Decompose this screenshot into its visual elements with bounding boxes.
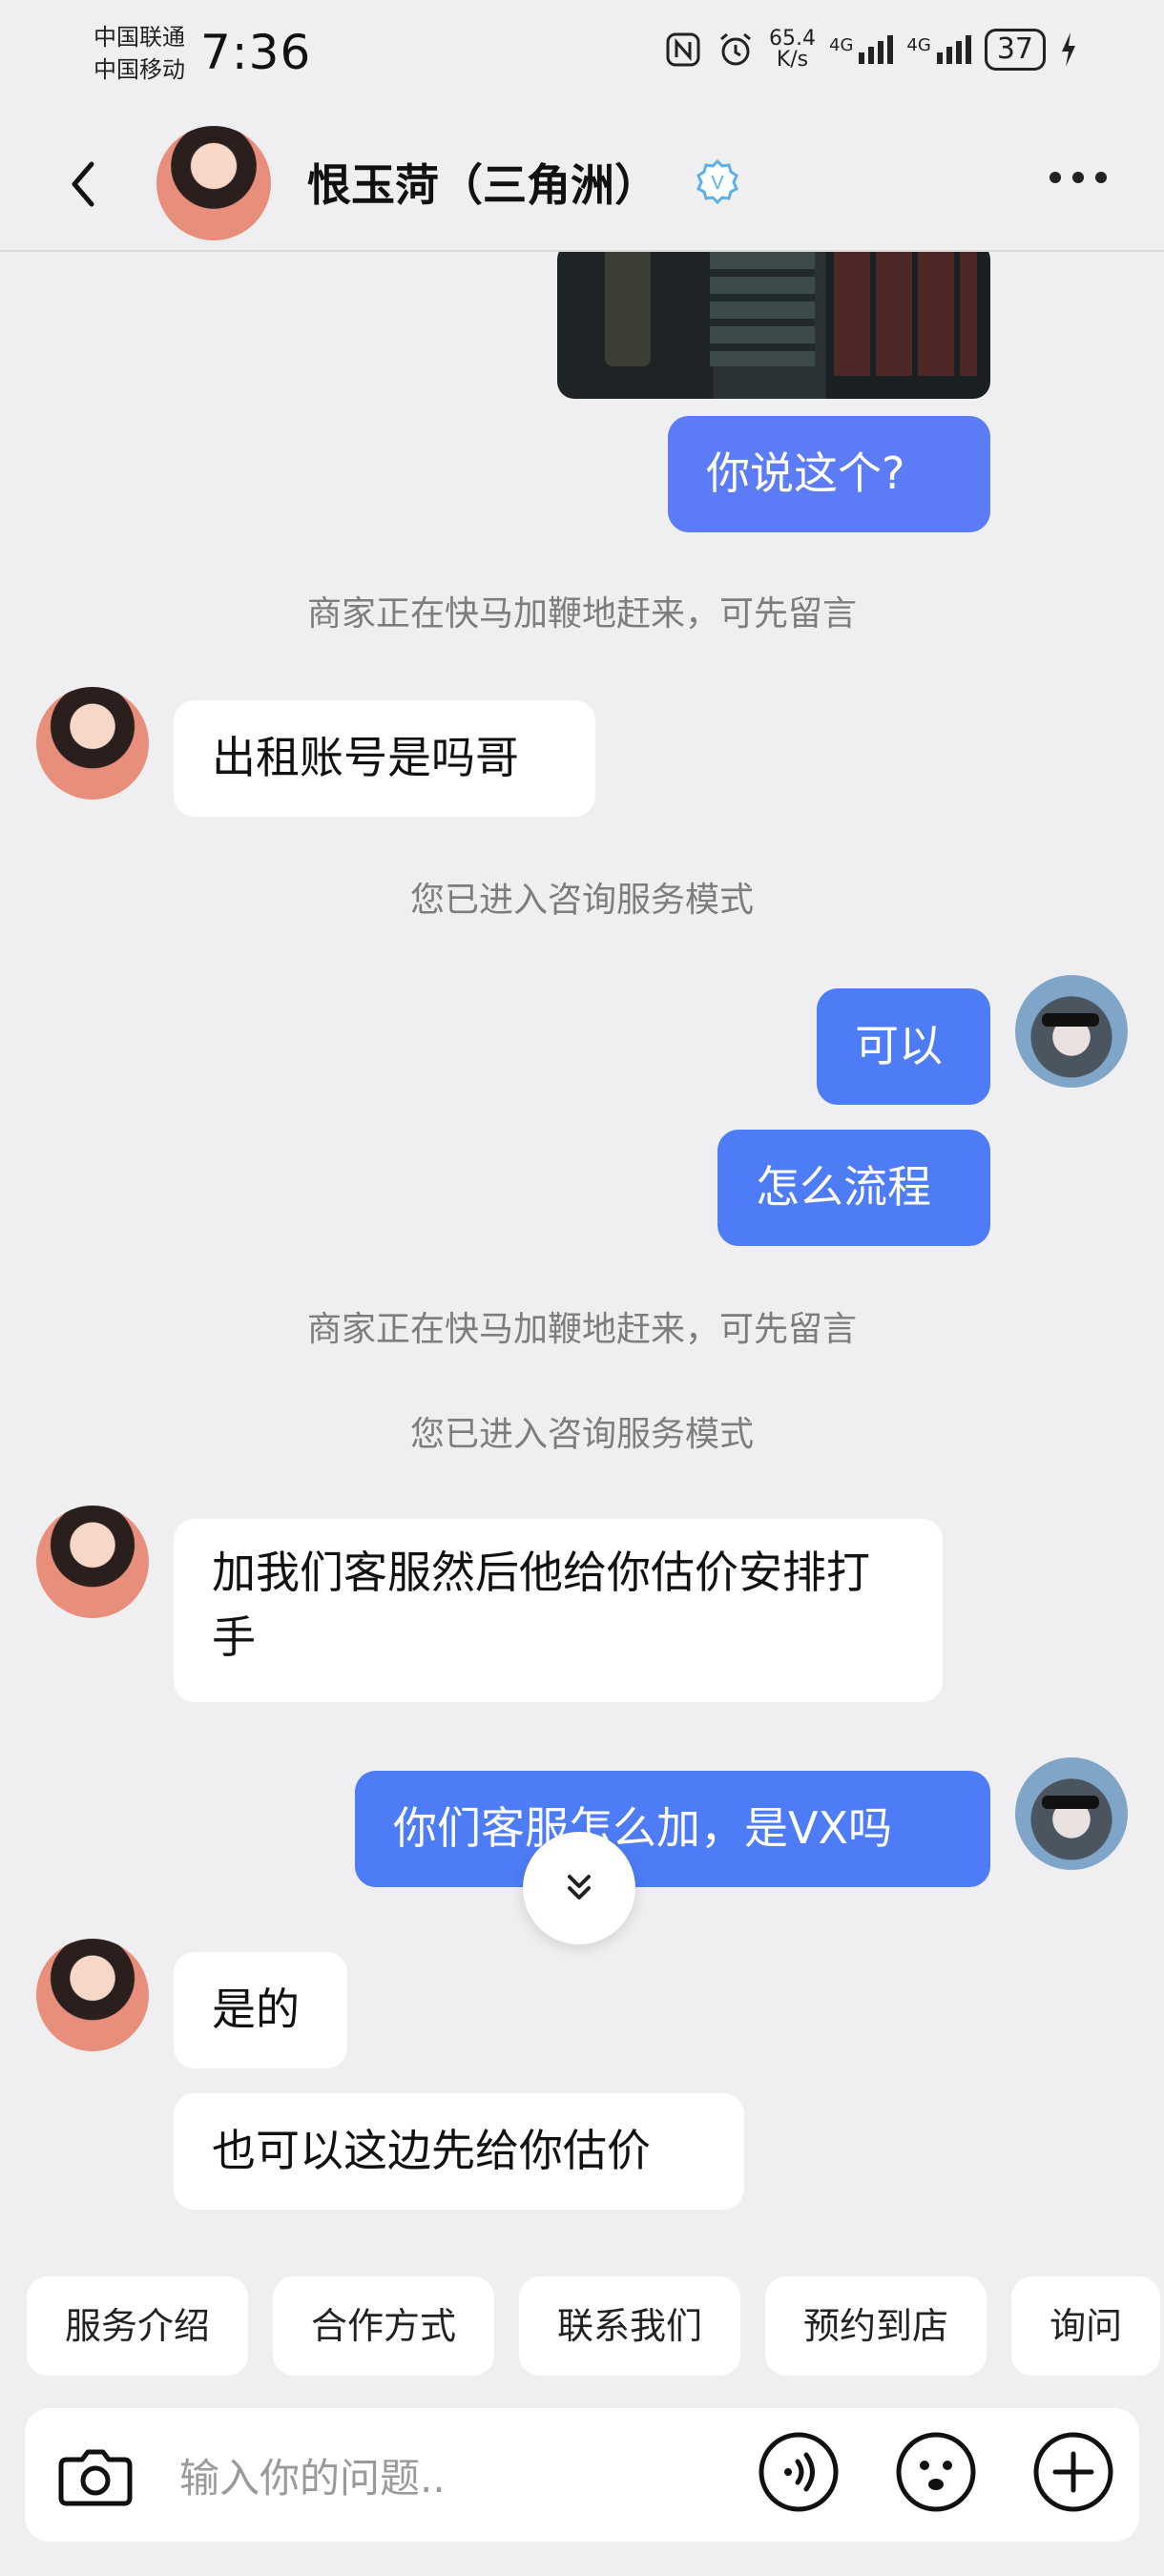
double-chevron-down-icon <box>568 1875 591 1900</box>
verified-badge-icon: V <box>696 158 738 204</box>
incoming-message[interactable]: 也可以这边先给你估价 <box>174 2093 744 2210</box>
chat-header: 恨玉菏（三角洲） V <box>0 124 1164 252</box>
quick-reply-chip[interactable]: 服务介绍 <box>27 2276 249 2376</box>
charging-icon <box>1062 32 1075 67</box>
carrier-labels: 中国联通 中国移动 <box>94 21 185 86</box>
merchant-avatar[interactable] <box>36 687 149 800</box>
network-speed: 65.4 K/s <box>769 29 816 71</box>
system-notice: 商家正在快马加鞭地赶来，可先留言 <box>306 1310 857 1349</box>
incoming-message[interactable]: 出租账号是吗哥 <box>174 700 595 817</box>
status-bar: 中国联通 中国移动 7:36 65.4 K/s 4G 4G 37 <box>0 0 1164 124</box>
outgoing-message[interactable]: 可以 <box>817 988 990 1105</box>
contact-avatar[interactable] <box>156 126 271 240</box>
contact-name: 恨玉菏（三角洲） <box>307 159 658 211</box>
system-notice: 您已进入咨询服务模式 <box>409 1415 754 1454</box>
signal-icon-2: 4G <box>906 35 971 64</box>
outgoing-message[interactable]: 你们客服怎么加，是VX吗 <box>355 1771 990 1887</box>
nfc-icon <box>666 32 700 67</box>
user-avatar[interactable] <box>1015 975 1128 1088</box>
carrier-2: 中国移动 <box>94 56 185 83</box>
image-message[interactable] <box>557 252 990 399</box>
quick-reply-bar: 服务介绍 合作方式 联系我们 预约到店 询问 <box>27 2276 1164 2376</box>
voice-icon[interactable] <box>756 2429 842 2515</box>
battery-indicator: 37 <box>984 29 1046 71</box>
plus-icon[interactable] <box>1030 2429 1116 2515</box>
message-input[interactable]: 输入你的问题.. <box>179 2446 446 2504</box>
carrier-1: 中国联通 <box>94 24 185 51</box>
chat-area[interactable]: 你说这个? 商家正在快马加鞭地赶来，可先留言 出租账号是吗哥 您已进入咨询服务模… <box>0 252 1164 2255</box>
outgoing-message[interactable]: 怎么流程 <box>717 1130 990 1246</box>
quick-reply-chip[interactable]: 预约到店 <box>765 2276 987 2376</box>
outgoing-message[interactable]: 你说这个? <box>668 416 990 532</box>
user-avatar[interactable] <box>1015 1757 1128 1870</box>
incoming-message[interactable]: 加我们客服然后他给你估价安排打手 <box>174 1519 943 1702</box>
alarm-icon <box>720 32 751 66</box>
emoji-icon[interactable] <box>893 2429 979 2515</box>
system-notice: 商家正在快马加鞭地赶来，可先留言 <box>306 594 857 634</box>
net-type-2: 4G <box>906 35 931 55</box>
system-notice: 您已进入咨询服务模式 <box>409 881 754 920</box>
message-input-bar: 输入你的问题.. <box>25 2408 1139 2542</box>
camera-icon[interactable] <box>50 2429 141 2521</box>
back-arrow-icon[interactable] <box>57 151 114 218</box>
net-type-1: 4G <box>829 35 854 55</box>
quick-reply-chip[interactable]: 联系我们 <box>519 2276 741 2376</box>
merchant-avatar[interactable] <box>36 1939 149 2051</box>
speed-unit: K/s <box>776 48 809 72</box>
quick-reply-chip[interactable]: 询问 <box>1011 2276 1161 2376</box>
quick-reply-chip[interactable]: 合作方式 <box>273 2276 495 2376</box>
speed-value: 65.4 <box>769 27 816 51</box>
signal-icon: 4G <box>829 35 894 64</box>
incoming-message[interactable]: 是的 <box>174 1952 347 2068</box>
merchant-avatar[interactable] <box>36 1506 149 1618</box>
clock: 7:36 <box>200 25 312 80</box>
more-icon[interactable] <box>1050 172 1107 183</box>
scroll-to-bottom-button[interactable] <box>523 1832 635 1944</box>
verified-mark: V <box>711 173 724 194</box>
status-icons: 65.4 K/s 4G 4G 37 <box>664 29 1078 71</box>
